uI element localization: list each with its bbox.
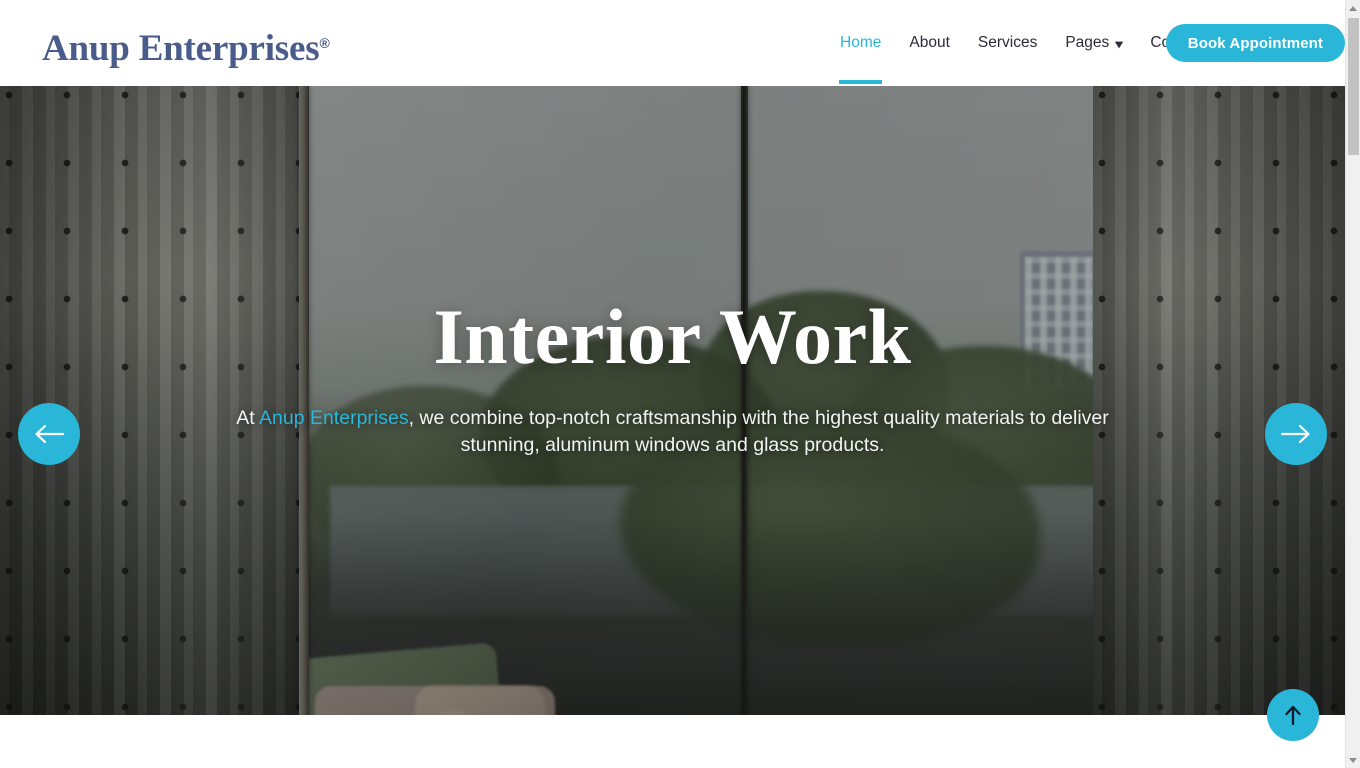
scrollbar-up-button[interactable] [1346, 0, 1360, 16]
site-logo[interactable]: Anup Enterprises® [42, 20, 330, 72]
slider-next-button[interactable] [1265, 403, 1327, 465]
site-logo-text: Anup Enterprises [42, 28, 320, 69]
hero-subtitle-after: , we combine top-notch craftsmanship wit… [408, 406, 1109, 456]
hero-content: Interior Work At Anup Enterprises, we co… [0, 86, 1345, 715]
site-header: Anup Enterprises® Home About Services Pa… [0, 0, 1345, 86]
slider-prev-button[interactable] [18, 403, 80, 465]
triangle-down-icon [1349, 757, 1357, 763]
arrow-left-icon [35, 424, 65, 444]
nav-item-pages-label: Pages [1065, 34, 1110, 52]
hero-subtitle-brand-link[interactable]: Anup Enterprises [259, 407, 409, 429]
browser-viewport: Anup Enterprises® Home About Services Pa… [0, 0, 1345, 768]
arrow-up-icon [1285, 705, 1301, 726]
nav-item-about[interactable]: About [895, 0, 964, 86]
triangle-up-icon [1349, 5, 1357, 11]
scrollbar-thumb[interactable] [1348, 18, 1359, 155]
chevron-down-icon: ▾ [1115, 37, 1124, 51]
nav-item-services-label: Services [977, 34, 1038, 52]
hero-title: Interior Work [433, 293, 912, 381]
book-appointment-button[interactable]: Book Appointment [1165, 24, 1345, 62]
nav-item-about-label: About [909, 34, 950, 52]
nav-item-home[interactable]: Home [826, 0, 895, 86]
nav-item-pages[interactable]: Pages ▾ [1051, 0, 1136, 86]
registered-mark-icon: ® [319, 35, 330, 51]
hero-slider: Interior Work At Anup Enterprises, we co… [0, 86, 1345, 715]
scrollbar-down-button[interactable] [1346, 752, 1360, 768]
page-root: Anup Enterprises® Home About Services Pa… [0, 0, 1360, 768]
vertical-scrollbar[interactable] [1345, 0, 1360, 768]
nav-item-services[interactable]: Services [964, 0, 1051, 86]
scroll-to-top-button[interactable] [1267, 689, 1319, 741]
hero-subtitle: At Anup Enterprises, we combine top-notc… [195, 405, 1150, 459]
nav-item-home-label: Home [840, 34, 882, 52]
arrow-right-icon [1280, 424, 1310, 444]
hero-subtitle-before: At [236, 406, 259, 429]
